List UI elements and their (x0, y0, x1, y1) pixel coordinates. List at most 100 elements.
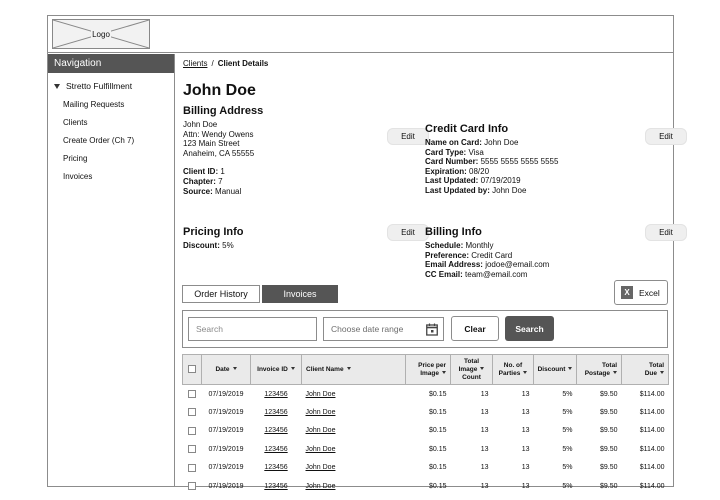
excel-export-button[interactable]: X Excel (614, 280, 668, 305)
cell-discount: 5% (562, 427, 573, 435)
edit-credit-card-button[interactable]: Edit (645, 128, 687, 145)
tab-invoices[interactable]: Invoices (262, 285, 338, 303)
client-id-value: 1 (220, 167, 225, 177)
billing-address-title: Billing Address (183, 105, 264, 117)
billing-info-section: Billing Info Schedule: Monthly Preferenc… (425, 226, 595, 279)
logo-text: Logo (91, 29, 111, 39)
column-header-total-image-count[interactable]: Total Image Count (450, 354, 493, 385)
row-checkbox[interactable] (188, 482, 196, 491)
invoice-id-link[interactable]: 123456 (264, 483, 287, 490)
table-cell: 123456 (251, 422, 302, 441)
date-range-input[interactable] (324, 318, 424, 340)
row-checkbox[interactable] (188, 408, 196, 417)
table-cell: 07/19/2019 (202, 459, 251, 478)
client-name-link[interactable]: John Doe (306, 446, 336, 453)
excel-label: Excel (639, 287, 660, 298)
column-header-invoice-id[interactable]: Invoice ID (250, 354, 302, 385)
edit-billing-info-button[interactable]: Edit (645, 224, 687, 241)
cell-no-of-parties: 13 (521, 482, 530, 490)
table-cell: John Doe (302, 385, 406, 404)
table-cell: $9.50 (577, 403, 622, 422)
select-all-checkbox[interactable] (188, 365, 196, 374)
client-name-link[interactable]: John Doe (306, 427, 336, 434)
column-header-discount[interactable]: Discount (533, 354, 577, 385)
email-label: Email Address: (425, 260, 483, 270)
table-cell: 13 (493, 403, 534, 422)
credit-card-section: Credit Card Info Name on Card: John Doe … (425, 123, 595, 196)
cell-discount: 5% (562, 390, 573, 398)
invoices-table-body: 07/19/2019 123456 John Doe $0.15 13 13 5% $9.50… (183, 385, 669, 496)
table-row[interactable]: 07/19/2019 123456 John Doe $0.15 13 13 5% $9.50… (183, 403, 669, 422)
schedule-value: Monthly (465, 241, 494, 250)
sort-caret-icon (568, 367, 573, 371)
invoice-id-link[interactable]: 123456 (264, 464, 287, 471)
cell-total-due: $114.00 (639, 445, 665, 453)
invoice-id-link[interactable]: 123456 (264, 446, 287, 453)
sidebar-item-clients[interactable]: Clients (48, 118, 174, 127)
cell-price-per-image: $0.15 (428, 408, 447, 416)
row-checkbox[interactable] (188, 445, 196, 454)
column-header-date[interactable]: Date (201, 354, 251, 385)
cell-select (183, 403, 202, 422)
table-row[interactable]: 07/19/2019 123456 John Doe $0.15 13 13 5% $9.50… (183, 422, 669, 441)
invoice-id-link[interactable]: 123456 (264, 391, 287, 398)
table-cell: 123456 (251, 385, 302, 404)
card-last-updated-by-label: Last Updated by: (425, 185, 490, 195)
table-cell: 07/19/2019 (202, 477, 251, 496)
client-name-link[interactable]: John Doe (306, 391, 336, 398)
source-label: Source: (183, 186, 213, 196)
invoice-id-link[interactable]: 123456 (264, 427, 287, 434)
card-type-value: Visa (468, 147, 484, 157)
table-cell: $9.50 (577, 385, 622, 404)
date-range-field[interactable] (323, 317, 444, 341)
column-header-no-of-parties[interactable]: No. of Parties (492, 354, 534, 385)
client-name-link[interactable]: John Doe (306, 464, 336, 471)
page-title: John Doe (183, 82, 256, 99)
calendar-icon[interactable] (426, 323, 438, 336)
table-cell: 123456 (251, 403, 302, 422)
table-cell: 13 (493, 440, 534, 459)
table-row[interactable]: 07/19/2019 123456 John Doe $0.15 13 13 5% $9.50… (183, 477, 669, 496)
column-header-price-per-image[interactable]: Price per Image (405, 354, 451, 385)
column-header-total-due[interactable]: Total Due (621, 354, 669, 385)
breadcrumb: Clients / Client Details (183, 59, 268, 68)
source-row: Source: Manual (183, 187, 333, 197)
client-name-link[interactable]: John Doe (306, 483, 336, 490)
client-name-link[interactable]: John Doe (306, 409, 336, 416)
client-id-row: Client ID: 1 (183, 167, 333, 177)
table-cell: $9.50 (577, 459, 622, 478)
edit-pricing-button[interactable]: Edit (387, 224, 429, 241)
table-row[interactable]: 07/19/2019 123456 John Doe $0.15 13 13 5% $9.50… (183, 385, 669, 404)
row-checkbox[interactable] (188, 426, 196, 435)
cell-total-image-count: 13 (480, 464, 489, 472)
invoice-id-link[interactable]: 123456 (264, 409, 287, 416)
nav-group-stretto[interactable]: Stretto Fulfillment (48, 81, 174, 91)
row-checkbox[interactable] (188, 463, 196, 472)
row-checkbox[interactable] (188, 390, 196, 398)
card-last-updated-label: Last Updated: (425, 176, 479, 186)
tab-order-history[interactable]: Order History (182, 285, 260, 303)
table-cell: $114.00 (622, 385, 669, 404)
sidebar-item-invoices[interactable]: Invoices (48, 172, 174, 181)
sidebar-item-create-order[interactable]: Create Order (Ch 7) (48, 136, 174, 145)
table-cell: 123456 (251, 477, 302, 496)
table-cell: $0.15 (406, 422, 451, 441)
sidebar-item-mailing-requests[interactable]: Mailing Requests (48, 100, 174, 109)
table-cell: 13 (493, 459, 534, 478)
sidebar-item-pricing[interactable]: Pricing (48, 154, 174, 163)
table-cell: $9.50 (577, 422, 622, 441)
cell-total-postage: $9.50 (599, 408, 618, 416)
search-input[interactable] (188, 317, 317, 341)
search-button[interactable]: Search (505, 316, 554, 341)
table-cell: 13 (451, 440, 493, 459)
sort-caret-icon (523, 371, 528, 375)
clear-button[interactable]: Clear (451, 316, 499, 341)
column-header-client-name[interactable]: Client Name (301, 354, 406, 385)
card-type-label: Card Type: (425, 147, 467, 157)
table-row[interactable]: 07/19/2019 123456 John Doe $0.15 13 13 5% $9.50… (183, 440, 669, 459)
column-header-total-postage[interactable]: Total Postage (576, 354, 622, 385)
table-row[interactable]: 07/19/2019 123456 John Doe $0.15 13 13 5% $9.50… (183, 459, 669, 478)
edit-billing-address-button[interactable]: Edit (387, 128, 429, 145)
breadcrumb-clients-link[interactable]: Clients (183, 59, 207, 68)
logo[interactable]: Logo (52, 19, 150, 49)
